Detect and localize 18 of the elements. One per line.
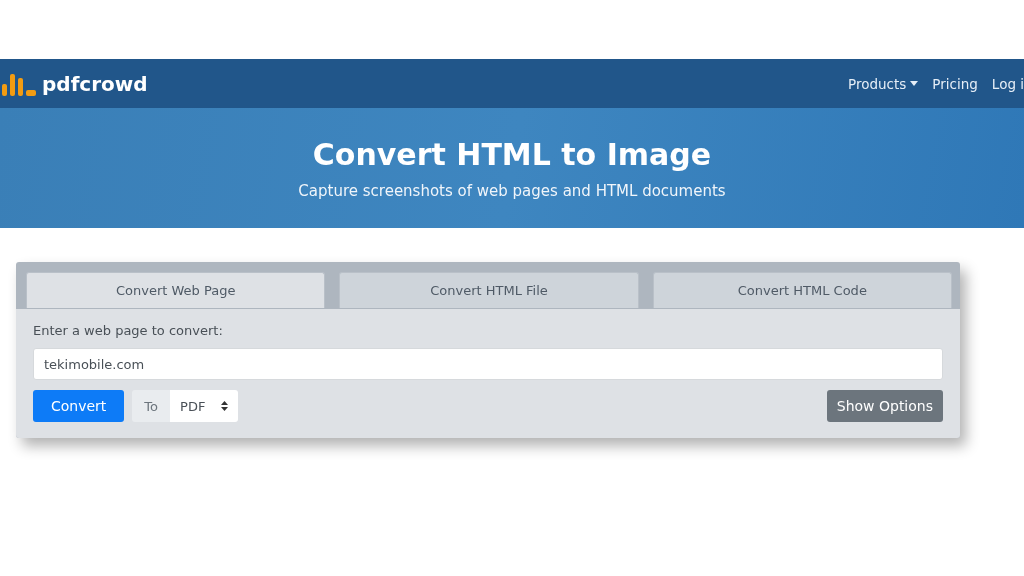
show-options-button[interactable]: Show Options [826, 390, 943, 422]
nav-link[interactable]: Products [848, 75, 919, 92]
tab[interactable]: Convert Web Page [26, 272, 326, 308]
brand-name[interactable]: pdfcrowd [42, 71, 148, 96]
format-select[interactable]: PDF [170, 390, 239, 422]
url-input-field[interactable]: tekimobile.com [33, 348, 943, 380]
tab[interactable]: Convert HTML Code [652, 272, 952, 308]
tab[interactable]: Convert HTML File [339, 272, 639, 308]
field-label: Enter a web page to convert: [33, 323, 224, 338]
to-label: To [132, 390, 171, 422]
sort-icon [221, 401, 229, 411]
bar-chart-logo-icon [2, 71, 36, 96]
nav-link[interactable]: Pricing [932, 75, 978, 92]
nav-link[interactable]: Log i [991, 75, 1024, 92]
convert-button[interactable]: Convert [33, 390, 125, 422]
hero-subtitle: Capture screenshots of web pages and HTML documents [298, 181, 726, 200]
hero-title: Convert HTML to Image [312, 136, 712, 172]
caret-icon [910, 81, 919, 86]
